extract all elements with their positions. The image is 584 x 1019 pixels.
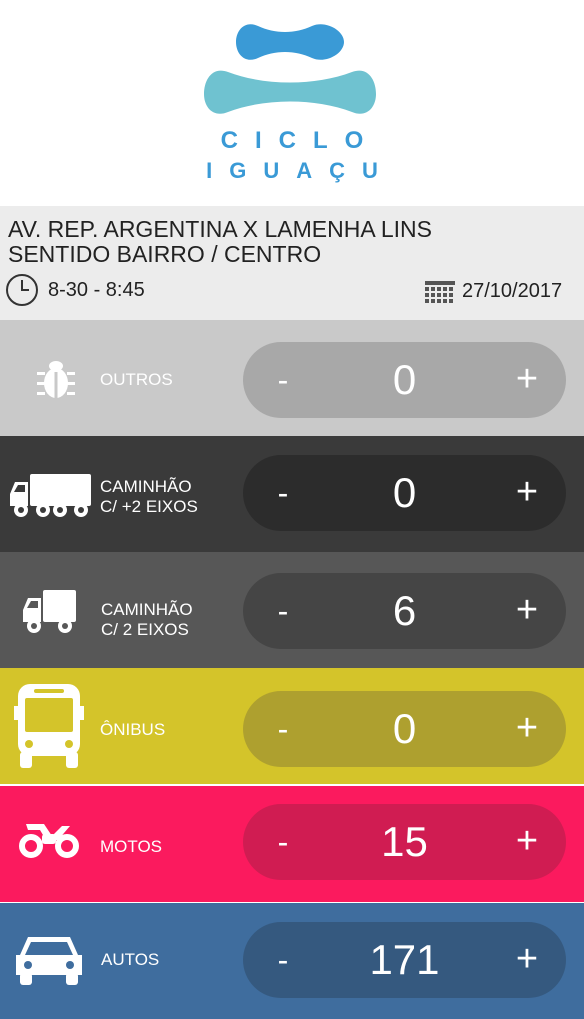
increment-button[interactable]: +	[512, 804, 542, 880]
counter-label-line1: CAMINHÃO	[100, 477, 192, 496]
counter-control: - 0 +	[243, 342, 566, 418]
time-range: 8-30 - 8:45	[48, 279, 145, 301]
counter-control: - 15 +	[243, 804, 566, 880]
large-truck-icon	[10, 474, 91, 517]
counter-label-line2: C/ 2 EIXOS	[101, 620, 189, 639]
counter-label-line1: MOTOS	[100, 837, 163, 856]
decrement-button[interactable]: -	[271, 342, 295, 418]
counter-row-outros: OUTROS - 0 +	[0, 320, 584, 436]
motorcycle-icon	[19, 824, 79, 858]
counter-value: 0	[392, 705, 417, 752]
increment-button[interactable]: +	[512, 922, 542, 998]
increment-button[interactable]: +	[512, 691, 542, 767]
counter-label-line1: OUTROS	[100, 370, 173, 389]
increment-button[interactable]: +	[512, 342, 542, 418]
clock-icon	[6, 274, 38, 306]
counter-label: CAMINHÃO C/ 2 EIXOS	[101, 600, 193, 640]
counter-label: AUTOS	[101, 950, 159, 970]
logo-text-iguacu: IGUAÇU	[206, 158, 395, 183]
counter-control: - 0 +	[243, 691, 566, 767]
location-info-panel: AV. REP. ARGENTINA X LAMENHA LINS SENTID…	[0, 206, 584, 320]
counter-value: 171	[369, 936, 440, 983]
counter-value: 6	[392, 587, 417, 634]
increment-button[interactable]: +	[512, 573, 542, 649]
logo-header: CICLO IGUAÇU	[0, 0, 584, 206]
counter-row-caminhao-mais-2-eixos: CAMINHÃO C/ +2 EIXOS - 0 +	[0, 436, 584, 552]
car-icon	[16, 937, 82, 985]
small-truck-icon	[23, 590, 76, 633]
counter-value: 0	[392, 356, 417, 403]
direction-text: SENTIDO BAIRRO / CENTRO	[8, 241, 322, 267]
decrement-button[interactable]: -	[271, 804, 295, 880]
counter-label-line2: C/ +2 EIXOS	[100, 497, 198, 516]
logo-text-ciclo: CICLO	[220, 127, 381, 154]
bus-icon	[14, 684, 84, 768]
ciclo-iguacu-logo-icon	[204, 24, 376, 114]
date-value: 27/10/2017	[462, 280, 563, 302]
decrement-button[interactable]: -	[271, 573, 295, 649]
counter-value: 0	[392, 469, 417, 516]
counter-label-line1: CAMINHÃO	[101, 600, 193, 619]
counter-label: ÔNIBUS	[100, 720, 165, 740]
decrement-button[interactable]: -	[271, 922, 295, 998]
counter-value: 15	[381, 818, 428, 865]
decrement-button[interactable]: -	[271, 691, 295, 767]
counter-label-line1: AUTOS	[101, 950, 160, 969]
increment-button[interactable]: +	[512, 455, 542, 531]
location-text: AV. REP. ARGENTINA X LAMENHA LINS SENTID…	[8, 217, 432, 267]
street-name: AV. REP. ARGENTINA X LAMENHA LINS	[8, 216, 432, 242]
counter-label: OUTROS	[100, 370, 173, 390]
counter-row-onibus: ÔNIBUS - 0 +	[0, 668, 584, 784]
counter-control: - 0 +	[243, 455, 566, 531]
counter-row-caminhao-2-eixos: CAMINHÃO C/ 2 EIXOS - 6 +	[0, 552, 584, 668]
bug-icon	[37, 361, 75, 398]
counter-control: - 171 +	[243, 922, 566, 998]
counter-label: CAMINHÃO C/ +2 EIXOS	[100, 477, 198, 517]
counter-control: - 6 +	[243, 573, 566, 649]
decrement-button[interactable]: -	[271, 455, 295, 531]
counter-row-motos: MOTOS - 15 +	[0, 786, 584, 902]
counter-row-autos: AUTOS - 171 +	[0, 903, 584, 1019]
counter-label-line1: ÔNIBUS	[100, 720, 166, 739]
calendar-icon	[425, 281, 455, 303]
counter-label: MOTOS	[100, 837, 162, 857]
